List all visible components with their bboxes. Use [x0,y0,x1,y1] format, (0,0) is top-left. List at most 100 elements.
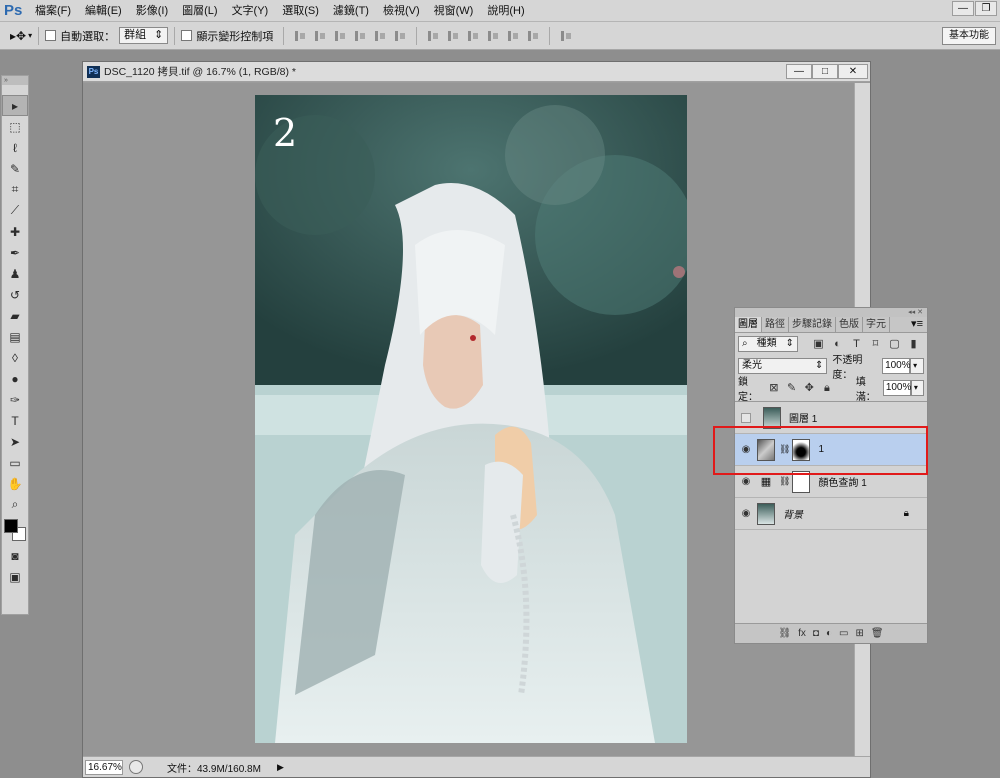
panel-collapse-icon[interactable]: ◂◂ ✕ [735,308,927,317]
visibility-toggle-off[interactable] [741,412,751,423]
fx-icon[interactable]: fx [798,628,806,639]
hand-tool-icon[interactable]: ✋ [2,473,28,494]
history-brush-tool-icon[interactable]: ↺ [2,284,28,305]
dodge-tool-icon[interactable]: ● [2,368,28,389]
distribute-vcenter-icon[interactable] [446,29,460,43]
brush-tool-icon[interactable]: ✒ [2,242,28,263]
tab-channels[interactable]: 色版 [836,317,863,332]
new-adjustment-icon[interactable]: ◐ [826,628,832,639]
auto-align-icon[interactable] [559,29,573,43]
quick-select-tool-icon[interactable]: ✎ [2,158,28,179]
shape-tool-icon[interactable]: ▭ [2,452,28,473]
shape-filter-icon[interactable]: ⌑ [869,338,882,351]
document-tab[interactable]: Ps DSC_1120 拷貝.tif @ 16.7% (1, RGB/8) * [83,62,870,82]
distribute-top-icon[interactable] [426,29,440,43]
screen-mode-icon[interactable]: ▣ [2,566,28,587]
foreground-color-swatch[interactable] [4,519,18,533]
workspace-switcher[interactable]: 基本功能 [942,27,996,45]
menu-view[interactable]: 檢視(V) [376,0,427,22]
status-menu-arrow-icon[interactable]: ▶ [277,762,284,773]
menu-window[interactable]: 視窗(W) [427,0,481,22]
doc-close-button[interactable]: ✕ [838,64,868,79]
menu-type[interactable]: 文字(Y) [225,0,276,22]
align-bottom-icon[interactable] [333,29,347,43]
gradient-tool-icon[interactable]: ▤ [2,326,28,347]
trash-icon[interactable]: 🗑︎ [871,628,884,639]
app-restore-button[interactable]: ❐ [975,1,997,16]
menu-image[interactable]: 影像(I) [129,0,175,22]
menu-layer[interactable]: 圖層(L) [175,0,224,22]
type-filter-icon[interactable]: T [850,338,863,351]
move-tool-icon[interactable]: ▸✥ [10,29,26,43]
auto-select-dropdown[interactable]: 群組 ⇕ [119,27,169,44]
lock-all-icon[interactable]: 🔒︎ [821,382,833,395]
pen-tool-icon[interactable]: ✑ [2,389,28,410]
doc-minimize-button[interactable]: — [786,64,812,79]
layer-row-background[interactable]: ◉ 背景 🔒︎ [735,498,927,530]
align-vcenter-icon[interactable] [313,29,327,43]
lock-position-icon[interactable]: ✥ [803,382,815,395]
tab-layers[interactable]: 圖層 [735,317,762,332]
status-info-icon[interactable] [129,760,143,774]
new-group-icon[interactable]: ▭ [839,628,848,639]
menu-filter[interactable]: 濾鏡(T) [326,0,376,22]
transform-controls-checkbox[interactable] [181,30,193,41]
eyedropper-tool-icon[interactable]: ⟋ [2,200,28,221]
eye-icon[interactable]: ◉ [735,476,757,487]
align-right-icon[interactable] [393,29,407,43]
auto-select-checkbox[interactable] [45,30,57,41]
toolbox-collapse-icon[interactable]: » [2,76,28,85]
fill-slider-arrow-icon[interactable]: ▾ [910,380,925,396]
zoom-tool-icon[interactable]: ⌕ [2,494,28,515]
eraser-tool-icon[interactable]: ▰ [2,305,28,326]
tab-character[interactable]: 字元 [863,317,890,332]
clone-stamp-tool-icon[interactable]: ♟ [2,263,28,284]
lasso-tool-icon[interactable]: ℓ [2,137,28,158]
doc-maximize-button[interactable]: □ [812,64,838,79]
lock-transparent-icon[interactable]: ⊠ [768,382,780,395]
marquee-tool-icon[interactable]: ⬚ [2,116,28,137]
menu-file[interactable]: 檔案(F) [28,0,78,22]
panel-menu-icon[interactable]: ▾≡ [911,317,927,332]
photo-canvas[interactable]: 2 [255,95,687,743]
filter-kind-dropdown[interactable]: ⌕ 種類 ⇕ [738,336,798,352]
align-hcenter-icon[interactable] [373,29,387,43]
link-layers-icon[interactable]: ⛓ [778,628,791,639]
pixel-filter-icon[interactable]: ▣ [812,338,825,351]
distribute-right-icon[interactable] [526,29,540,43]
app-minimize-button[interactable]: — [952,1,974,16]
zoom-field[interactable]: 16.67% [85,759,123,775]
opacity-field[interactable]: 100% [882,358,911,374]
menu-help[interactable]: 說明(H) [480,0,531,22]
smart-object-filter-icon[interactable]: ▢ [888,338,901,351]
eye-icon[interactable]: ◉ [735,508,757,519]
divider [174,26,176,45]
adjustment-filter-icon[interactable]: ◐ [831,338,844,351]
move-tool-icon[interactable]: ▸ [2,95,28,116]
distribute-left-icon[interactable] [486,29,500,43]
tool-preset-chevron-icon[interactable]: ▾ [28,31,32,40]
quick-mask-icon[interactable]: ◙ [2,545,28,566]
menu-edit[interactable]: 編輯(E) [78,0,129,22]
lock-pixels-icon[interactable]: ✎ [786,382,798,395]
align-left-icon[interactable] [353,29,367,43]
new-layer-icon[interactable]: ⊞ [855,628,863,639]
photoshop-logo: Ps [4,1,23,19]
type-tool-icon[interactable]: T [2,410,28,431]
add-mask-icon[interactable]: ◘ [813,628,819,639]
tab-paths[interactable]: 路徑 [762,317,789,332]
align-top-icon[interactable] [293,29,307,43]
blend-mode-dropdown[interactable]: 柔光 ⇕ [738,358,828,374]
blur-tool-icon[interactable]: ◊ [2,347,28,368]
distribute-hcenter-icon[interactable] [506,29,520,43]
healing-brush-tool-icon[interactable]: ✚ [2,221,28,242]
path-select-tool-icon[interactable]: ➤ [2,431,28,452]
mask-link-icon[interactable]: ⛓ [779,476,790,487]
crop-tool-icon[interactable]: ⌗ [2,179,28,200]
tab-history[interactable]: 步驟記錄 [789,317,836,332]
opacity-slider-arrow-icon[interactable]: ▾ [910,358,924,374]
fill-field[interactable]: 100% [882,380,911,396]
menu-select[interactable]: 選取(S) [275,0,326,22]
filter-toggle-icon[interactable]: ▮ [907,338,920,351]
distribute-bottom-icon[interactable] [466,29,480,43]
